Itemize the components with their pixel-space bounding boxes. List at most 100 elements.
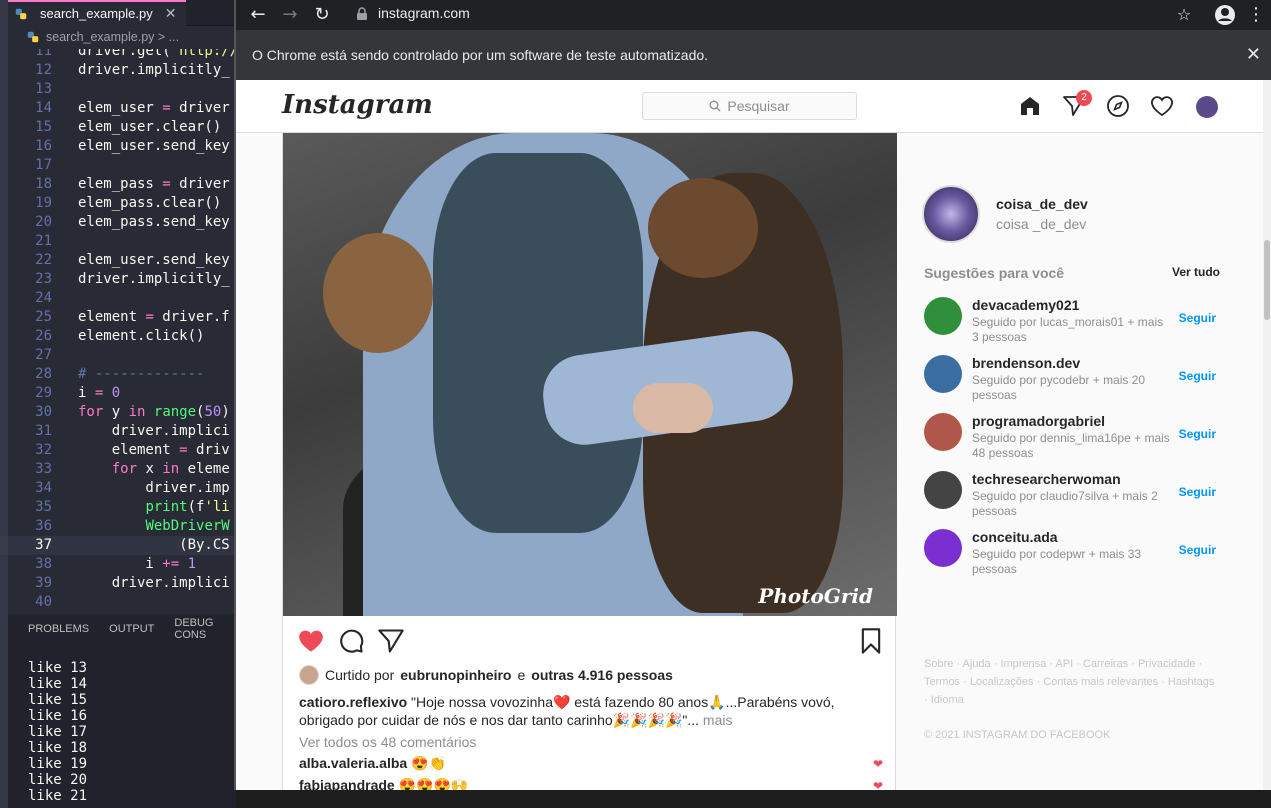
comment-user[interactable]: alba.valeria.alba	[299, 755, 407, 771]
code-line[interactable]: 34 driver.imp	[0, 479, 236, 498]
suggestion-avatar[interactable]	[924, 413, 962, 451]
vscode-window: search_example.py ✕ search_example.py > …	[0, 0, 236, 808]
suggestion-username[interactable]: programadorgabriel	[972, 413, 1105, 429]
profile-avatar[interactable]	[1196, 96, 1218, 118]
code-line[interactable]: 29 i = 0	[0, 384, 236, 403]
suggestion-avatar[interactable]	[924, 297, 962, 335]
output-line: like 15	[28, 692, 88, 708]
comment-icon[interactable]	[337, 627, 365, 655]
code-line[interactable]: 20 elem_pass.send_key	[0, 213, 236, 232]
code-line[interactable]: 30 for y in range(50)	[0, 403, 236, 422]
line-number: 34	[35, 480, 52, 496]
code-line[interactable]: 11 driver.get('http://	[0, 49, 236, 61]
comment: fabiapandrade 😍😍😍🙌 ❤	[299, 777, 883, 790]
menu-icon[interactable]: ⋮	[1246, 5, 1266, 25]
code-line[interactable]: 28 # -------------	[0, 365, 236, 384]
caption-more[interactable]: mais	[703, 712, 733, 728]
panel-tab[interactable]: DEBUG CONS	[174, 617, 236, 641]
reload-icon[interactable]: ↻	[312, 5, 332, 25]
breadcrumb[interactable]: search_example.py > ...	[0, 26, 236, 48]
line-number: 29	[35, 385, 52, 401]
code-line[interactable]: 25 element = driver.f	[0, 308, 236, 327]
comment-user[interactable]: fabiapandrade	[299, 777, 395, 790]
view-comments-link[interactable]: Ver todos os 48 comentários	[299, 734, 476, 750]
post-image[interactable]: PhotoGrid	[283, 133, 897, 616]
code-line[interactable]: 39 driver.implici	[0, 574, 236, 593]
heart-icon[interactable]	[1150, 94, 1174, 118]
code-line[interactable]: 18 elem_pass = driver	[0, 175, 236, 194]
caption-user[interactable]: catioro.reflexivo	[299, 694, 407, 710]
code-line[interactable]: 36 WebDriverW	[0, 517, 236, 536]
suggestion-avatar[interactable]	[924, 355, 962, 393]
explore-icon[interactable]	[1106, 94, 1130, 118]
liked-user[interactable]: eubrunopinheiro	[400, 667, 511, 683]
star-icon[interactable]: ☆	[1174, 5, 1194, 25]
liker-avatar[interactable]	[299, 665, 319, 685]
editor-tab[interactable]: search_example.py ✕	[0, 0, 187, 26]
code-line[interactable]: 16 elem_user.send_key	[0, 137, 236, 156]
code-line[interactable]: 19 elem_pass.clear()	[0, 194, 236, 213]
code-line[interactable]: 33 for x in eleme	[0, 460, 236, 479]
suggestion-username[interactable]: brendenson.dev	[972, 355, 1080, 371]
code-line[interactable]: 31 driver.implici	[0, 422, 236, 441]
follow-button[interactable]: Seguir	[1179, 485, 1216, 499]
code-line[interactable]: 13	[0, 80, 236, 99]
code-line[interactable]: 35 print(f'li	[0, 498, 236, 517]
line-number: 27	[35, 347, 52, 363]
profile-icon[interactable]	[1214, 4, 1236, 26]
suggestion-avatar[interactable]	[924, 471, 962, 509]
ig-logo[interactable]: Instagram	[282, 90, 433, 120]
code-line[interactable]: 40	[0, 593, 236, 612]
footer-links[interactable]: Sobre · Ajuda · Imprensa · API · Carreir…	[924, 655, 1220, 709]
home-icon[interactable]	[1018, 94, 1042, 118]
panel-tab[interactable]: OUTPUT	[109, 623, 154, 635]
code-editor[interactable]: 11 driver.get('http://12 driver.implicitly…	[0, 49, 236, 614]
forward-icon[interactable]: →	[280, 5, 300, 25]
code-line[interactable]: 14 elem_user = driver	[0, 99, 236, 118]
address-bar[interactable]: instagram.com	[378, 5, 470, 21]
code-line[interactable]: 32 element = driv	[0, 441, 236, 460]
follow-button[interactable]: Seguir	[1179, 369, 1216, 383]
suggestion-item: techresearcherwoman Seguido por claudio7s…	[924, 471, 1220, 529]
like-heart-icon[interactable]	[297, 627, 325, 655]
code-line[interactable]: 26 element.click()	[0, 327, 236, 346]
own-username[interactable]: coisa_de_dev	[996, 196, 1088, 212]
code-line[interactable]: 22 elem_user.send_key	[0, 251, 236, 270]
back-icon[interactable]: ←	[248, 5, 268, 25]
suggestion-username[interactable]: devacademy021	[972, 297, 1079, 313]
code-line[interactable]: 37 (By.CS	[0, 536, 236, 555]
code-line[interactable]: 27	[0, 346, 236, 365]
code-line[interactable]: 12 driver.implicitly_	[0, 61, 236, 80]
liked-others[interactable]: outras 4.916 pessoas	[531, 667, 673, 683]
see-all-link[interactable]: Ver tudo	[1172, 265, 1220, 281]
share-icon[interactable]	[377, 627, 405, 655]
line-number: 12	[35, 62, 52, 78]
close-icon[interactable]: ✕	[1246, 44, 1261, 65]
photo-watermark: PhotoGrid	[758, 584, 873, 608]
code-line[interactable]: 15 elem_user.clear()	[0, 118, 236, 137]
bookmark-icon[interactable]	[857, 627, 885, 655]
suggestion-item: conceitu.ada Seguido por codepwr + mais 3…	[924, 529, 1220, 587]
follow-button[interactable]: Seguir	[1179, 311, 1216, 325]
code-line[interactable]: 38 i += 1	[0, 555, 236, 574]
own-avatar[interactable]	[922, 185, 980, 243]
code-line[interactable]: 21	[0, 232, 236, 251]
comment-text: 😍😍😍🙌	[398, 777, 469, 790]
comment-like-icon[interactable]: ❤	[873, 779, 883, 790]
suggestions-header: Sugestões para você Ver tudo	[924, 265, 1220, 281]
search-input[interactable]: Pesquisar	[642, 92, 857, 120]
follow-button[interactable]: Seguir	[1179, 427, 1216, 441]
code-line[interactable]: 17	[0, 156, 236, 175]
panel-tab[interactable]: PROBLEMS	[28, 623, 89, 635]
output-terminal[interactable]: like 13 like 14 like 15 like 16 like 17 like …	[8, 644, 236, 804]
comment-like-icon[interactable]: ❤	[873, 757, 883, 771]
code-line[interactable]: 23 driver.implicitly_	[0, 270, 236, 289]
page-scrollbar[interactable]	[1263, 80, 1271, 790]
code-line[interactable]: 24	[0, 289, 236, 308]
suggestion-username[interactable]: conceitu.ada	[972, 529, 1058, 545]
close-icon[interactable]: ✕	[165, 5, 177, 22]
suggestion-username[interactable]: techresearcherwoman	[972, 471, 1121, 487]
suggestion-avatar[interactable]	[924, 529, 962, 567]
line-number: 15	[35, 119, 52, 135]
follow-button[interactable]: Seguir	[1179, 543, 1216, 557]
